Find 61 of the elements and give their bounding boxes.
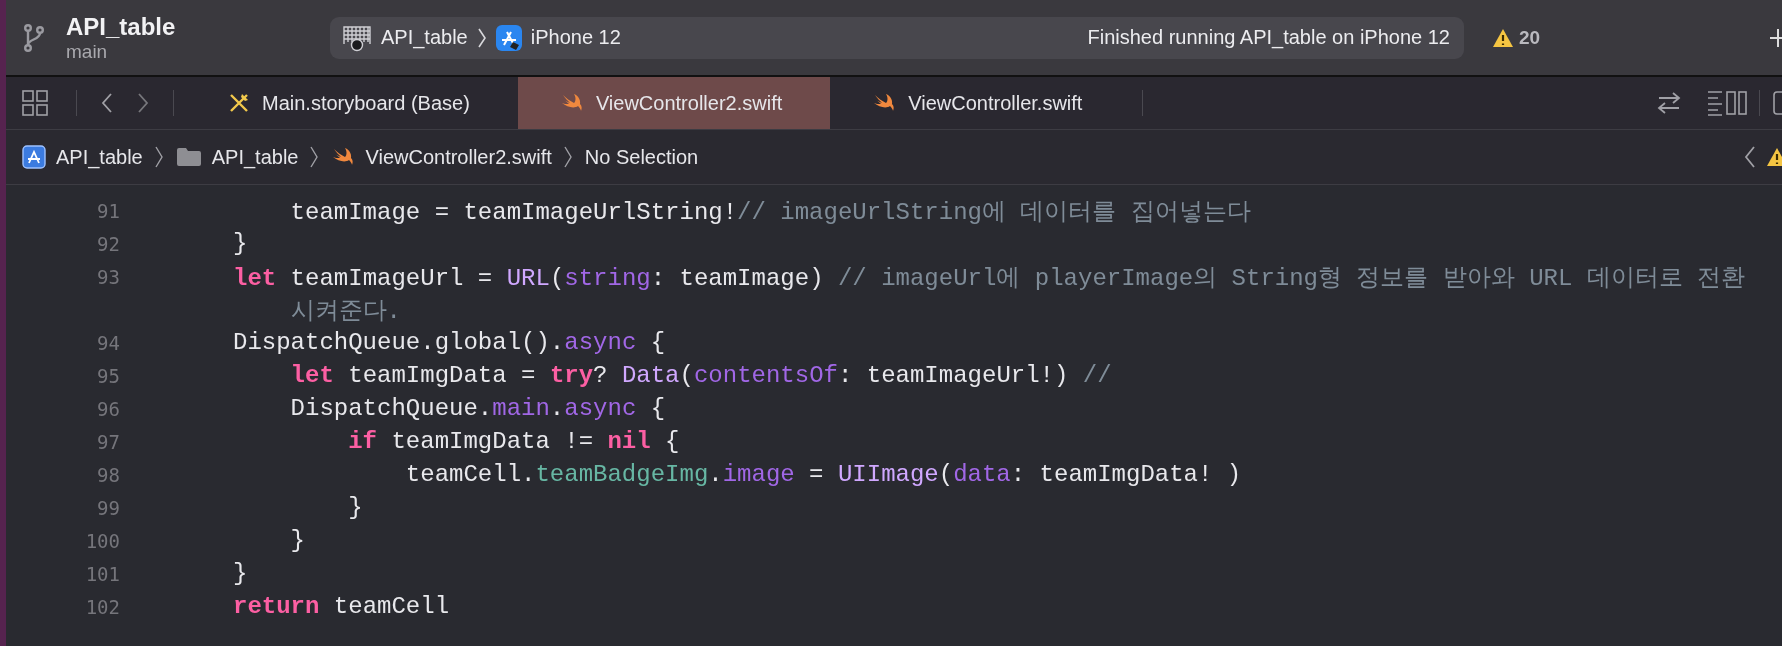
chevron-icon [563,145,573,169]
scheme-target: API_table [381,26,468,49]
warning-icon[interactable] [1766,147,1782,167]
line-number: 95 [96,364,120,387]
back-icon[interactable] [1744,145,1756,169]
line-number: 96 [96,397,120,420]
code-line: 시켜준다. [289,296,401,326]
code-line: return teamCell [233,593,450,620]
swift-icon [872,93,897,113]
breadcrumb-item[interactable]: No Selection [584,145,699,169]
code-line: teamImage = teamImageUrlString!// imageUrlString에 데이터를 집어넣는다 [289,197,1251,227]
code-line: let teamImageUrl = URL(string: teamImage) // imageUrl에 playerImage의 String형 정보를 받아와 URL 데이터로 전환 [233,263,1746,293]
editor-options-icon[interactable] [1707,90,1747,116]
editor-tab[interactable]: Main.storyboard (Base) [186,77,518,129]
line-number: 91 [96,199,120,222]
branch-icon [24,22,44,53]
line-number: 99 [96,496,120,519]
chevron-icon [476,26,487,49]
grid-icon[interactable] [22,90,48,116]
build-status: Finished running API_table on iPhone 12 [1087,26,1450,49]
branch-name: main [66,40,109,63]
code-line: DispatchQueue.main.async { [289,395,666,422]
code-line: let teamImgData = try? Data(contentsOf: teamImageUrl!) // [289,362,1112,389]
plus-icon[interactable] [1768,26,1782,49]
device-name: iPhone 12 [530,26,621,49]
line-number: 93 [96,265,120,288]
warning-icon [1492,27,1514,48]
code-line: } [233,230,248,257]
warning-count[interactable]: 20 [1519,26,1541,49]
line-number: 97 [96,430,120,453]
line-number: 94 [96,331,120,354]
swift-icon [331,147,356,167]
chevron-icon [310,145,320,169]
swap-arrows-icon[interactable] [1655,91,1683,115]
line-number: 101 [84,562,120,585]
line-number: 100 [84,529,120,552]
breadcrumb-item[interactable]: ViewController2.swift [365,145,552,169]
breadcrumb-item[interactable]: API_table [211,145,299,169]
forward-icon[interactable] [137,92,149,114]
app-store-icon [495,24,522,51]
scheme-bar[interactable]: API_table iPhone 12 Finished running API_table on iPhone 12 [330,16,1464,59]
editor-tab[interactable]: ViewController.swift [830,77,1131,129]
back-icon[interactable] [101,92,113,114]
breadcrumb-item[interactable]: API_table [56,145,143,169]
line-number: 102 [84,595,120,618]
code-line: if teamImgData != nil { [347,428,680,455]
editor-tab[interactable]: ViewController2.swift [517,77,831,129]
line-number: 98 [96,463,120,486]
project-name: API_table [66,12,177,41]
chevron-icon [154,145,164,169]
app-project-icon [22,145,46,169]
code-line: DispatchQueue.global().async { [233,329,666,356]
storyboard-icon [228,92,250,114]
code-line: teamCell.teamBadgeImg.image = UIImage(data: teamImgData! ) [404,461,1242,488]
soccer-goal-icon [342,23,372,52]
folder-icon [175,147,202,167]
line-number: 92 [96,232,120,255]
code-line: } [347,494,363,521]
code-line: } [289,527,305,554]
panel-icon[interactable] [1772,90,1782,116]
code-line: } [233,560,248,587]
